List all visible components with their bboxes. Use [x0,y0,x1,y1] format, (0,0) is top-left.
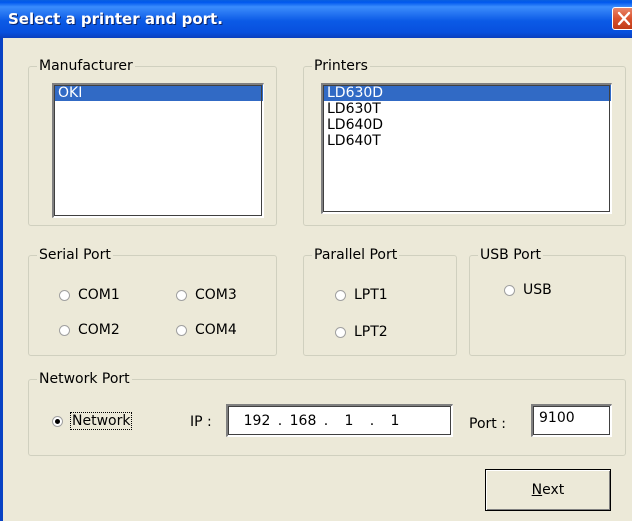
radio-com2-label: COM2 [78,322,120,338]
radio-circle-icon[interactable] [335,326,346,338]
printers-listbox[interactable]: LD630D LD630T LD640D LD640T [321,83,612,214]
ip-address-field[interactable]: 192 . 168 . 1 . 1 [226,404,453,437]
window-title: Select a printer and port. [8,10,223,28]
close-icon [617,11,631,26]
next-button-label: ext [542,482,565,498]
radio-lpt1-label: LPT1 [354,287,388,303]
list-item[interactable]: LD630T [323,101,611,117]
list-item[interactable]: LD630D [323,85,611,101]
ip-separator: . [323,413,329,429]
radio-network[interactable]: Network [52,412,133,430]
radio-circle-icon[interactable] [59,324,70,336]
usb-port-group: USB Port [469,247,626,356]
title-bar[interactable]: Select a printer and port. [0,0,632,38]
ip-label: IP : [190,414,212,430]
list-item[interactable]: LD640D [323,117,611,133]
radio-com1-label: COM1 [78,287,120,303]
ip-separator: . [369,413,375,429]
radio-circle-icon[interactable] [504,284,515,296]
ip-octet[interactable]: 1 [378,413,412,429]
radio-circle-icon[interactable] [335,289,346,301]
radio-com3[interactable]: COM3 [176,287,237,303]
ip-octet[interactable]: 168 [286,413,320,429]
radio-com4-label: COM4 [195,322,237,338]
port-field[interactable]: 9100 [531,404,612,437]
manufacturer-listbox[interactable]: OKI [52,83,264,218]
next-button-mnemonic: N [531,482,543,498]
list-item[interactable]: LD640T [323,133,611,149]
radio-usb-label: USB [523,282,552,298]
radio-lpt1[interactable]: LPT1 [335,287,388,303]
manufacturer-legend: Manufacturer [39,58,133,74]
radio-circle-icon[interactable] [176,289,187,301]
usb-port-legend: USB Port [480,247,541,263]
radio-network-label: Network [69,412,133,430]
ip-octet[interactable]: 1 [332,413,366,429]
port-label: Port : [469,416,506,432]
ip-separator: . [277,413,283,429]
radio-lpt2[interactable]: LPT2 [335,324,388,340]
radio-com1[interactable]: COM1 [59,287,120,303]
radio-com3-label: COM3 [195,287,237,303]
radio-usb[interactable]: USB [504,282,552,298]
printers-legend: Printers [314,58,368,74]
serial-port-legend: Serial Port [39,247,111,263]
parallel-port-legend: Parallel Port [314,247,398,263]
radio-lpt2-label: LPT2 [354,324,388,340]
radio-com4[interactable]: COM4 [176,322,237,338]
ip-octet[interactable]: 192 [240,413,274,429]
next-button[interactable]: Next [485,469,611,511]
radio-circle-icon[interactable] [59,289,70,301]
dialog-window: Select a printer and port. Manufacturer … [0,0,632,521]
radio-circle-icon[interactable] [176,324,187,336]
radio-com2[interactable]: COM2 [59,322,120,338]
close-button[interactable] [612,7,632,30]
dialog-body: Manufacturer OKI Printers LD630D LD630T … [0,38,632,521]
list-item[interactable]: OKI [54,85,263,101]
radio-checked-icon[interactable] [52,415,63,427]
network-port-legend: Network Port [39,371,130,387]
